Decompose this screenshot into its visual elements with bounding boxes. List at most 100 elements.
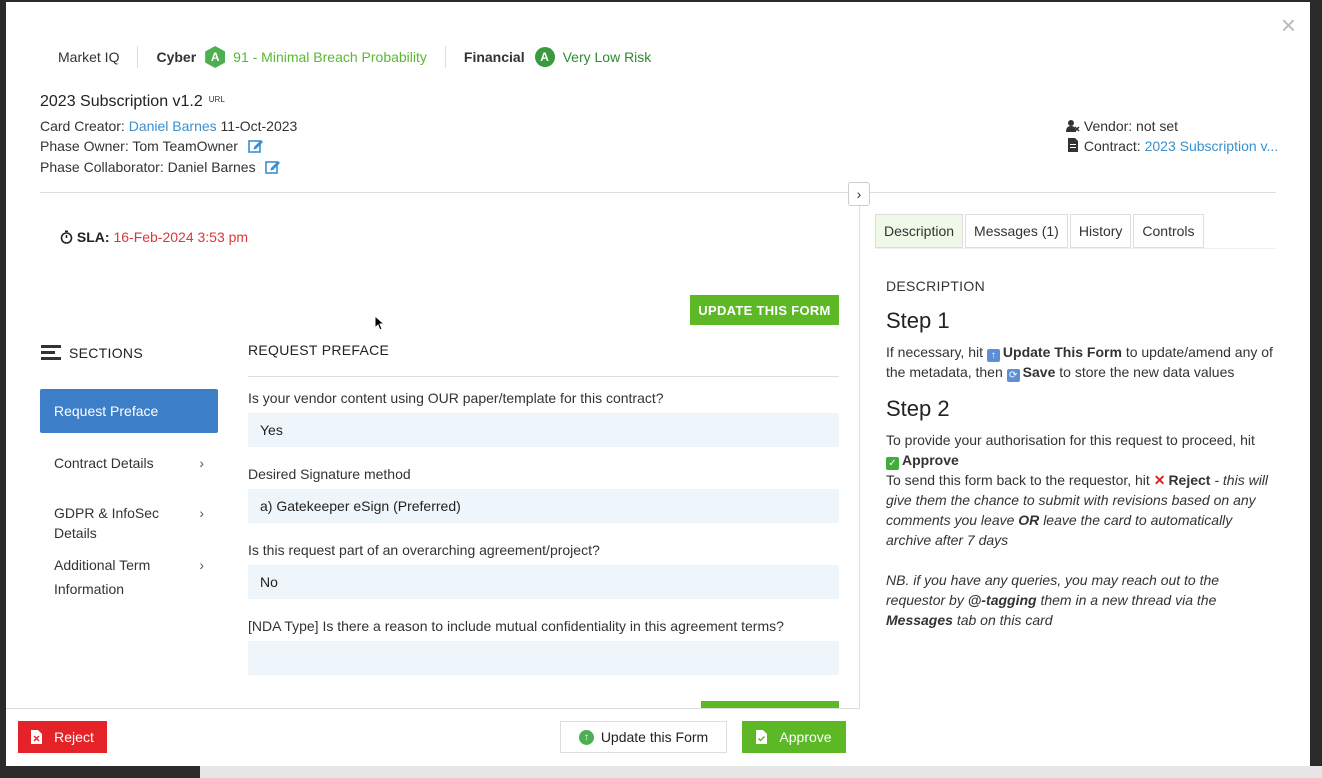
sections-heading: SECTIONS [41,342,143,363]
nb-text-e: tab on this card [956,612,1053,628]
update-form-button[interactable]: ↑ Update this Form [560,721,727,753]
vendor-label: Vendor: [1083,118,1133,134]
backdrop-strip [200,766,1322,778]
chevron-right-icon: › [199,557,204,573]
edit-owner-icon[interactable] [248,138,264,153]
contract-link[interactable]: 2023 Subscription v... [1145,138,1279,154]
section-gdpr-infosec[interactable]: GDPR & InfoSec Details › [40,503,218,543]
header-divider [40,192,1276,193]
footer-bar [6,708,860,766]
reject-button[interactable]: Reject [18,721,107,753]
sections-title: SECTIONS [69,344,143,361]
arrow-up-circle-icon: ↑ [578,729,594,745]
approve-button[interactable]: Approve [742,721,846,753]
section-contract-details[interactable]: Contract Details › [40,453,218,473]
cyber-score-text: 91 - Minimal Breach Probability [233,49,427,65]
step1-title: Step 1 [886,308,950,333]
sla-value: 16-Feb-2024 3:53 pm [113,229,249,245]
tab-history[interactable]: History [1069,214,1132,248]
creator-date: 11-Oct-2023 [220,118,298,134]
step2-text-a: To provide your authorisation for this r… [886,432,1255,448]
chevron-right-icon: › [199,455,204,471]
sla: SLA: 16-Feb-2024 3:53 pm [60,229,248,245]
contract-field: Contract: 2023 Subscription v... [1066,138,1278,154]
step2-text-c: To send this form back to the requestor,… [886,472,1150,488]
file-check-icon [756,730,768,744]
url-link[interactable]: URL [209,95,225,104]
section-label: Additional Term Information [54,557,151,597]
preface-divider [248,376,839,377]
arrow-up-icon: ↑ [986,349,1000,362]
creator-link[interactable]: Daniel Barnes [129,118,217,134]
description-heading: DESCRIPTION [886,278,985,294]
section-request-preface[interactable]: Request Preface [40,389,218,433]
step2-text-f: OR [1018,512,1040,528]
tabs-divider [875,248,1275,249]
step1-text-b: Update This Form [1002,344,1122,360]
panel-divider [859,206,860,766]
financial-grade-badge: A [534,47,555,67]
question-label: Is this request part of an overarching a… [248,542,600,558]
creator-label: Card Creator: [40,118,125,134]
market-iq-label: Market IQ [58,49,120,65]
refresh-icon: ⟳ [1006,369,1020,382]
vendor-field: Vendor: not set [1066,118,1178,134]
close-icon[interactable]: × [1281,12,1296,38]
vendor-value: not set [1136,118,1179,134]
nb-text-d: Messages [886,612,953,628]
card-title: 2023 Subscription v1.2 URL [40,93,225,111]
mouse-cursor-icon [374,315,384,331]
tab-description[interactable]: Description [875,214,964,248]
question-label: Desired Signature method [248,466,411,482]
file-x-icon [31,730,43,744]
card-creator: Card Creator: Daniel Barnes 11-Oct-2023 [40,118,297,134]
section-label: GDPR & InfoSec Details [54,505,160,541]
collapse-panel-button[interactable]: › [848,182,870,206]
nb-text: NB. if you have any queries, you may rea… [886,570,1276,630]
card-title-text: 2023 Subscription v1.2 [40,93,203,110]
contract-icon [1068,138,1078,152]
description-panel: DESCRIPTION Step 1 If necessary, hit ↑ Up… [886,276,1276,630]
chevron-right-icon: › [199,505,204,521]
nb-text-b: @-tagging [967,592,1037,608]
question-label: Is your vendor content using OUR paper/t… [248,390,664,406]
phase-collaborator: Phase Collaborator: Daniel Barnes [40,159,281,175]
vendor-icon [1066,120,1080,132]
update-form-top-button[interactable]: UPDATE THIS FORM [690,295,839,325]
card-modal: × Market IQ Cyber A 91 - Minimal Breach … [6,2,1310,766]
financial-score-text: Very Low Risk [562,49,652,65]
owner-label: Phase Owner: [40,138,129,154]
cross-icon: ✕ [1153,472,1166,488]
step1-text: If necessary, hit ↑ Update This Form to u… [886,342,1276,382]
step1-text-e: to store the new data values [1059,364,1235,380]
market-iq[interactable]: Market IQ [40,46,139,68]
step2-title: Step 2 [886,396,950,421]
section-additional-term[interactable]: Additional Term Information › [40,553,218,601]
tab-controls[interactable]: Controls [1133,214,1204,248]
step1-text-a: If necessary, hit [886,344,984,360]
detail-tabs: Description Messages (1) History Control… [875,214,1206,248]
financial-score[interactable]: Financial A Very Low Risk [446,46,669,68]
collab-name: Daniel Barnes [167,159,256,175]
cyber-label: Cyber [156,49,197,65]
score-bar: Market IQ Cyber A 91 - Minimal Breach Pr… [40,42,669,72]
preface-title: REQUEST PREFACE [248,342,390,358]
answer-field: Yes [248,413,839,447]
update-form-label: Update this Form [600,729,709,745]
step2-text: To provide your authorisation for this r… [886,430,1276,550]
financial-label: Financial [463,49,525,65]
cyber-grade-badge: A [205,46,226,68]
phase-owner: Phase Owner: Tom TeamOwner [40,138,264,154]
owner-name: Tom TeamOwner [132,138,238,154]
answer-field [248,641,839,675]
answer-field: a) Gatekeeper eSign (Preferred) [248,489,839,523]
list-icon [41,342,61,363]
cyber-score[interactable]: Cyber A 91 - Minimal Breach Probability [138,46,446,68]
tab-messages[interactable]: Messages (1) [965,214,1068,248]
step2-text-b: Approve [902,452,959,468]
edit-collaborator-icon[interactable] [265,159,281,174]
collab-label: Phase Collaborator: [40,159,164,175]
section-label: Contract Details [54,455,154,471]
sla-label: SLA: [76,229,110,245]
answer-field: No [248,565,839,599]
